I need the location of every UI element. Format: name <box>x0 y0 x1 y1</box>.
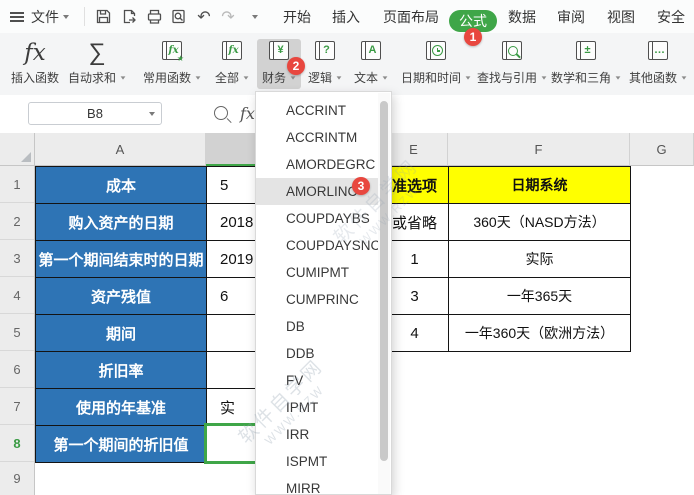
row-number-4[interactable]: 4 <box>0 277 34 314</box>
row-number-5[interactable]: 5 <box>0 314 34 351</box>
cell-f1[interactable]: 日期系统 <box>449 167 631 204</box>
menu-item-irr[interactable]: IRR <box>256 421 379 448</box>
menu-item-mirr[interactable]: MIRR <box>256 475 379 495</box>
cell-a7[interactable]: 使用的年基准 <box>36 389 207 426</box>
dropdown-scrollbar-track <box>378 93 390 494</box>
step-badge-3: 3 <box>352 177 370 195</box>
menu-item-amordegrc[interactable]: AMORDEGRC <box>256 151 379 178</box>
cell-a4[interactable]: 资产残值 <box>36 278 207 315</box>
chevron-down-icon <box>149 112 155 116</box>
row-number-3[interactable]: 3 <box>0 240 34 277</box>
lookup-reference-button[interactable]: 查找与引用 <box>474 39 550 89</box>
chevron-down-icon <box>63 14 69 19</box>
redo-icon[interactable]: ↷ <box>217 0 239 33</box>
finance-icon: ¥ <box>269 41 289 60</box>
row-number-6[interactable]: 6 <box>0 351 34 388</box>
autosum-icon: ∑ <box>88 39 106 66</box>
logic-icon: ? <box>315 41 335 60</box>
name-box[interactable]: B8 <box>28 102 162 125</box>
wps-spreadsheet-window: 文件 ↶ ↷ 开始 插入 页面布局 公式 数据 审阅 视图 安全 fx 插入函数 <box>0 0 694 495</box>
fx-icon[interactable]: fx <box>240 104 255 123</box>
export-icon[interactable] <box>118 0 140 33</box>
common-functions-icon: fx ★ <box>162 41 184 63</box>
print-icon[interactable] <box>143 0 165 33</box>
row-number-9[interactable]: 9 <box>0 462 34 495</box>
cell-f2[interactable]: 360天（NASD方法） <box>449 204 631 241</box>
common-functions-button[interactable]: fx ★ 常用函数 <box>139 39 205 89</box>
divider <box>84 7 85 26</box>
tab-review[interactable]: 审阅 <box>557 5 585 29</box>
undo-icon[interactable]: ↶ <box>193 0 215 33</box>
cell-f4[interactable]: 一年365天 <box>449 278 631 315</box>
row-number-8-selected[interactable]: 8 <box>0 425 34 462</box>
insert-function-icon: fx <box>24 40 46 66</box>
menu-item-cumipmt[interactable]: CUMIPMT <box>256 259 379 286</box>
all-functions-icon: fx <box>222 41 242 60</box>
logic-functions-button[interactable]: ? 逻辑 <box>303 39 347 89</box>
more-functions-button[interactable]: … 其他函数 <box>626 39 690 89</box>
cell-a5[interactable]: 期间 <box>36 315 207 352</box>
menu-item-db[interactable]: DB <box>256 313 379 340</box>
row-number-7[interactable]: 7 <box>0 388 34 425</box>
cell-a1[interactable]: 成本 <box>36 167 207 204</box>
text-icon: A <box>361 41 381 60</box>
tab-security[interactable]: 安全 <box>657 5 685 29</box>
column-header-g[interactable]: G <box>630 133 694 166</box>
hamburger-icon[interactable] <box>10 0 24 33</box>
step-badge-2: 2 <box>287 57 305 75</box>
tab-view[interactable]: 视图 <box>607 5 635 29</box>
cell-a3[interactable]: 第一个期间结束时的日期 <box>36 241 207 278</box>
cell-f3[interactable]: 实际 <box>449 241 631 278</box>
menu-item-ddb[interactable]: DDB <box>256 340 379 367</box>
tab-data[interactable]: 数据 <box>508 5 536 29</box>
tab-insert[interactable]: 插入 <box>332 5 360 29</box>
finance-functions-dropdown: ACCRINT ACCRINTM AMORDEGRC AMORLINC COUP… <box>255 91 392 495</box>
search-function-icon[interactable] <box>214 106 228 120</box>
tab-page-layout[interactable]: 页面布局 <box>383 5 439 29</box>
name-box-value: B8 <box>87 106 103 121</box>
text-functions-button[interactable]: A 文本 <box>349 39 393 89</box>
more-functions-icon: … <box>648 41 668 60</box>
cell-a6[interactable]: 折旧率 <box>36 352 207 389</box>
toolbar-more-icon[interactable] <box>242 0 264 33</box>
cell-a2[interactable]: 购入资产的日期 <box>36 204 207 241</box>
row-number-1[interactable]: 1 <box>0 166 34 203</box>
menu-item-accrintm[interactable]: ACCRINTM <box>256 124 379 151</box>
top-menu-bar: 文件 ↶ ↷ 开始 插入 页面布局 公式 数据 审阅 视图 安全 <box>0 0 694 33</box>
insert-function-button[interactable]: fx 插入函数 <box>3 39 67 89</box>
date-time-functions-button[interactable]: 日期和时间 <box>398 39 474 89</box>
ribbon: fx 插入函数 ∑ 自动求和 fx ★ 常用函数 fx 全部 ¥ 财务 ? 逻辑 … <box>0 33 694 96</box>
menu-item-fv[interactable]: FV <box>256 367 379 394</box>
math-trig-icon: ± <box>576 41 596 60</box>
cell-a8[interactable]: 第一个期间的折旧值 <box>36 426 207 463</box>
menu-item-ispmt[interactable]: ISPMT <box>256 448 379 475</box>
file-menu[interactable]: 文件 <box>31 0 69 33</box>
lookup-reference-icon <box>502 41 522 60</box>
select-all-corner[interactable] <box>0 133 35 166</box>
column-header-f[interactable]: F <box>448 133 630 166</box>
step-badge-1: 1 <box>464 28 482 46</box>
menu-item-coupdaysnc[interactable]: COUPDAYSNC <box>256 232 380 259</box>
dropdown-scrollbar-thumb[interactable] <box>380 101 388 461</box>
print-preview-icon[interactable] <box>167 0 189 33</box>
menu-item-accrint[interactable]: ACCRINT <box>256 97 379 124</box>
cell-f5[interactable]: 一年360天（欧洲方法） <box>449 315 631 352</box>
row-number-2[interactable]: 2 <box>0 203 34 240</box>
table-ef: 准选项 日期系统 或省略 360天（NASD方法） 1 实际 3 一年365天 … <box>380 166 631 352</box>
column-header-a[interactable]: A <box>35 133 206 166</box>
save-icon[interactable] <box>92 0 114 33</box>
math-trig-button[interactable]: ± 数学和三角 <box>548 39 624 89</box>
date-time-icon <box>426 41 446 60</box>
autosum-button[interactable]: ∑ 自动求和 <box>64 39 130 89</box>
menu-item-ipmt[interactable]: IPMT <box>256 394 379 421</box>
menu-item-coupdaybs[interactable]: COUPDAYBS <box>256 205 379 232</box>
file-menu-label: 文件 <box>31 8 59 25</box>
menu-item-cumprinc[interactable]: CUMPRINC <box>256 286 379 313</box>
all-functions-button[interactable]: fx 全部 <box>209 39 255 89</box>
tab-home[interactable]: 开始 <box>283 5 311 29</box>
